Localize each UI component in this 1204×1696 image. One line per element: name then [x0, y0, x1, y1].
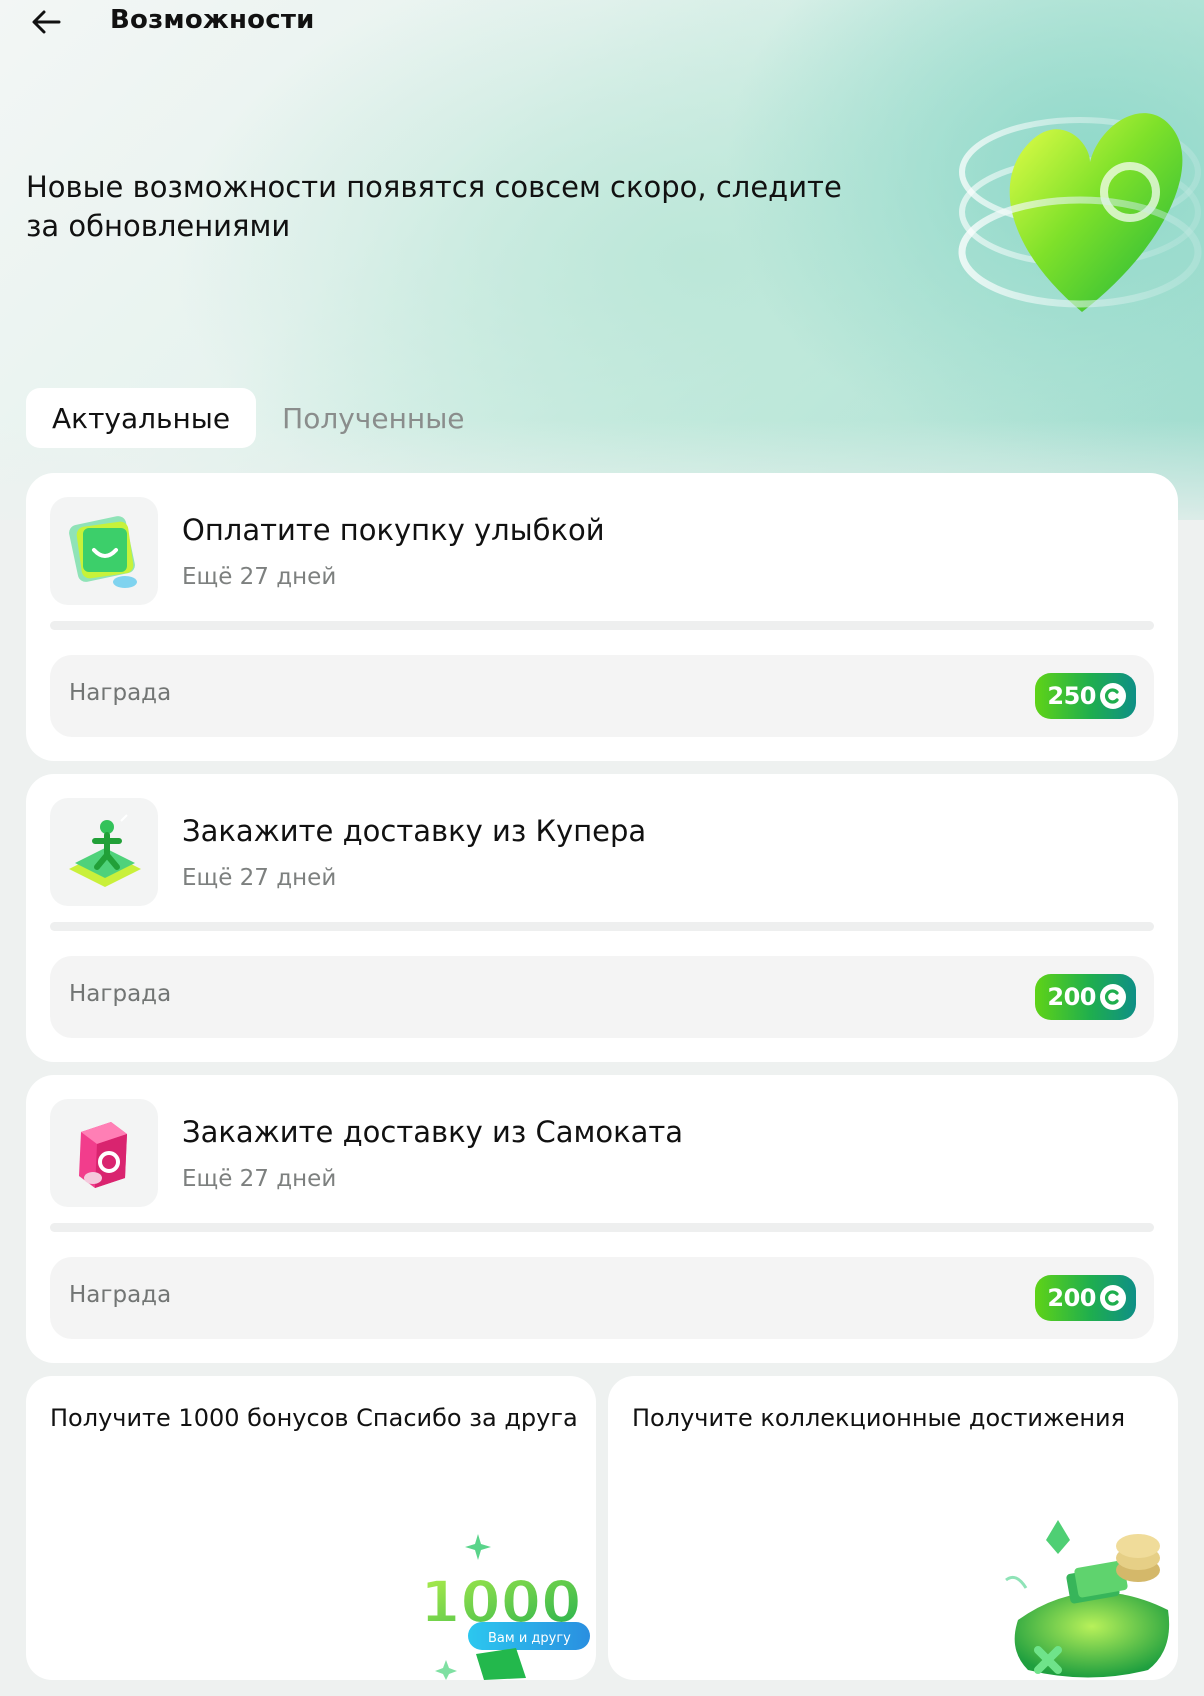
- reward-badge: 200: [1035, 974, 1136, 1020]
- reward-row: Награда 200: [50, 1257, 1154, 1339]
- promo-title: Получите 1000 бонусов Спасибо за друга: [50, 1404, 578, 1432]
- achievements-pillow-icon: [998, 1510, 1178, 1680]
- reward-row: Награда 200: [50, 956, 1154, 1038]
- task-deadline: Ещё 27 дней: [182, 865, 337, 891]
- kuper-delivery-icon: [50, 798, 158, 906]
- task-card[interactable]: Оплатите покупку улыбкой Ещё 27 дней Наг…: [26, 473, 1178, 761]
- task-deadline: Ещё 27 дней: [182, 1166, 337, 1192]
- task-card[interactable]: Закажите доставку из Купера Ещё 27 дней …: [26, 774, 1178, 1062]
- promo-title: Получите коллекционные достижения: [632, 1404, 1126, 1432]
- samokat-delivery-icon: [50, 1099, 158, 1207]
- reward-row: Награда 250: [50, 655, 1154, 737]
- reward-badge: 250: [1035, 673, 1136, 719]
- reward-value: 200: [1047, 983, 1096, 1011]
- task-title: Закажите доставку из Самоката: [182, 1115, 684, 1149]
- reward-label: Награда: [69, 981, 172, 1007]
- task-progress: [50, 922, 1154, 931]
- green-heart-coin-icon: [950, 62, 1204, 352]
- spasibo-coin-icon: [1100, 683, 1126, 709]
- tab-received[interactable]: Полученные: [256, 388, 490, 448]
- top-bar: Возможности: [0, 0, 1204, 46]
- hero-text: Новые возможности появятся совсем скоро,…: [26, 170, 842, 243]
- reward-badge: 200: [1035, 1275, 1136, 1321]
- task-progress: [50, 1223, 1154, 1232]
- page-title: Возможности: [110, 5, 315, 35]
- tabs: Актуальные Полученные: [26, 388, 491, 448]
- bonus-1000-icon: 1000 Вам и другу: [416, 1530, 596, 1680]
- task-progress: [50, 621, 1154, 630]
- spasibo-coin-icon: [1100, 1285, 1126, 1311]
- promo-card-invite-friend[interactable]: Получите 1000 бонусов Спасибо за друга 1…: [26, 1376, 596, 1680]
- reward-value: 200: [1047, 1284, 1096, 1312]
- back-button[interactable]: [26, 4, 66, 40]
- reward-label: Награда: [69, 1282, 172, 1308]
- reward-label: Награда: [69, 680, 172, 706]
- tab-current[interactable]: Актуальные: [26, 388, 257, 448]
- bonus-caption: Вам и другу: [488, 1631, 571, 1646]
- task-card[interactable]: Закажите доставку из Самоката Ещё 27 дне…: [26, 1075, 1178, 1363]
- promo-card-achievements[interactable]: Получите коллекционные достижения: [608, 1376, 1178, 1680]
- task-title: Оплатите покупку улыбкой: [182, 513, 605, 547]
- spasibo-coin-icon: [1100, 984, 1126, 1010]
- task-deadline: Ещё 27 дней: [182, 564, 337, 590]
- arrow-left-icon: [32, 10, 61, 34]
- reward-value: 250: [1047, 682, 1096, 710]
- task-title: Закажите доставку из Купера: [182, 814, 647, 848]
- smile-payment-icon: [50, 497, 158, 605]
